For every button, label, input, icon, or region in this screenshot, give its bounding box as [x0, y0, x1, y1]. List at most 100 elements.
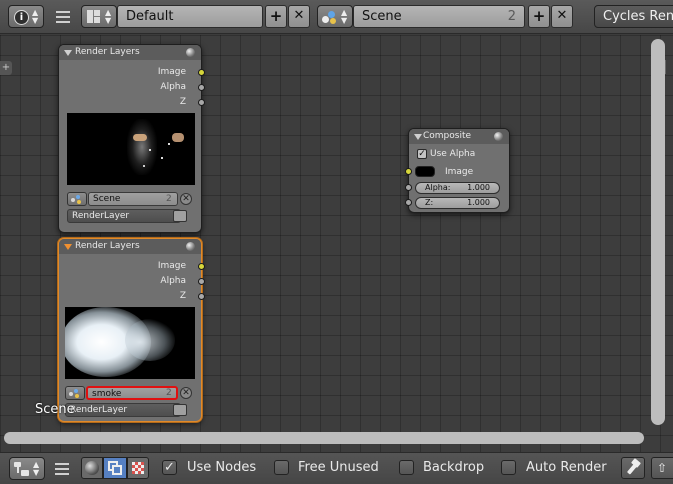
editor-type-button[interactable]: ▲ ▼ — [9, 457, 45, 480]
arrow-up-icon: ⇧ — [657, 461, 668, 475]
layer-dropdown-icon[interactable] — [173, 210, 187, 222]
render-layers-node-1[interactable]: Render Layers Image Alpha Z Scene 2 ✕ Re… — [58, 44, 205, 233]
delete-layout-button[interactable]: ✕ — [288, 5, 310, 28]
node-header[interactable]: Render Layers — [59, 45, 201, 60]
node-title: Render Layers — [75, 241, 140, 251]
collapse-triangle-icon[interactable] — [64, 50, 72, 56]
screen-layout-button[interactable]: ▲ ▼ — [81, 5, 117, 28]
output-socket-z[interactable] — [198, 99, 205, 106]
compositing-tree-button[interactable] — [103, 457, 127, 479]
scene-browse-button[interactable] — [65, 386, 85, 400]
updown-arrows-icon: ▲ ▼ — [32, 8, 39, 25]
menu-icon[interactable] — [56, 11, 70, 23]
debris-cluster — [127, 119, 157, 175]
scene-icon — [322, 10, 337, 24]
screen-layout-field[interactable]: Default — [117, 5, 263, 28]
node-editor-footer: ▲ ▼ ✓ Use Nodes Free Unused Backdrop Auto… — [0, 452, 673, 484]
texture-tree-button[interactable] — [127, 457, 149, 479]
use-alpha-label: Use Alpha — [430, 149, 476, 159]
node-header[interactable]: Composite — [409, 129, 509, 144]
bullet-shape — [172, 133, 184, 142]
node-canvas[interactable]: + + Render Layers Image Alpha Z — [0, 35, 673, 452]
free-unused-label: Free Unused — [298, 460, 379, 475]
delete-scene-button[interactable]: ✕ — [551, 5, 573, 28]
node-header[interactable]: Render Layers — [59, 239, 201, 254]
unlink-scene-button[interactable]: ✕ — [180, 193, 192, 205]
scene-selector-button[interactable]: ▲ ▼ — [317, 5, 353, 28]
render-layer-field[interactable]: RenderLayer — [65, 403, 181, 417]
region-expand-left[interactable]: + — [0, 61, 12, 75]
node-title: Composite — [423, 131, 472, 141]
scene-user-count: 2 — [166, 194, 172, 204]
image-color-swatch[interactable] — [415, 166, 435, 177]
render-preview-image — [65, 307, 195, 379]
scene-name: Scene — [362, 9, 402, 24]
use-alpha-checkbox[interactable]: ✓ — [417, 149, 427, 159]
input-socket-z[interactable] — [405, 199, 412, 206]
node-preview-toggle-icon[interactable] — [186, 48, 195, 57]
node-title: Render Layers — [75, 47, 140, 57]
output-label-image: Image — [157, 261, 186, 271]
add-scene-button[interactable]: + — [528, 5, 550, 28]
scene-browse-button[interactable] — [67, 192, 87, 206]
horizontal-scrollbar[interactable] — [4, 432, 644, 444]
material-sphere-icon — [85, 461, 99, 475]
layer-dropdown-icon[interactable] — [173, 404, 187, 416]
compositing-icon — [108, 461, 122, 475]
use-nodes-checkbox[interactable]: ✓ — [162, 460, 177, 475]
pin-button[interactable] — [621, 457, 645, 479]
spark — [161, 157, 163, 159]
collapse-triangle-icon[interactable] — [414, 134, 422, 140]
editor-type-button[interactable]: i ▲ ▼ — [8, 5, 44, 28]
composite-node[interactable]: Composite ✓ Use Alpha Image Alpha: 1.000… — [405, 128, 510, 213]
node-preview-toggle-icon[interactable] — [494, 132, 503, 141]
shader-tree-button[interactable] — [81, 457, 103, 479]
alpha-slider-label: Alpha: — [425, 183, 451, 192]
scene-field[interactable]: Scene — [88, 192, 178, 206]
input-socket-image[interactable] — [405, 168, 412, 175]
image-input-label: Image — [445, 167, 474, 177]
output-socket-z[interactable] — [198, 293, 205, 300]
info-icon: i — [14, 10, 29, 25]
spark — [168, 143, 170, 145]
output-label-image: Image — [157, 67, 186, 77]
bullet-shape — [133, 134, 147, 141]
smoke-trail — [125, 319, 175, 361]
vertical-scrollbar[interactable] — [651, 39, 665, 425]
collapse-triangle-icon[interactable] — [64, 244, 72, 250]
backdrop-label: Backdrop — [423, 460, 485, 475]
use-nodes-label: Use Nodes — [187, 460, 257, 475]
updown-arrows-icon: ▲ ▼ — [105, 8, 112, 25]
render-engine-selector[interactable]: Cycles Ren — [594, 5, 673, 28]
render-layer-field[interactable]: RenderLayer — [67, 209, 181, 223]
backdrop-checkbox[interactable] — [399, 460, 414, 475]
parent-tree-button[interactable]: ⇧ — [651, 457, 673, 479]
output-socket-alpha[interactable] — [198, 84, 205, 91]
scene-user-count: 2 — [507, 9, 516, 24]
z-slider-label: Z: — [425, 198, 434, 207]
output-socket-image[interactable] — [198, 263, 205, 270]
scene-user-count: 2 — [166, 388, 172, 398]
output-socket-image[interactable] — [198, 69, 205, 76]
node-editor-header: i ▲ ▼ ▲ ▼ Default + ✕ ▲ ▼ Scene 2 + ✕ Cycle… — [0, 0, 673, 34]
updown-arrows-icon: ▲ ▼ — [341, 8, 348, 25]
add-layout-button[interactable]: + — [265, 5, 287, 28]
node-preview-toggle-icon[interactable] — [186, 242, 195, 251]
free-unused-checkbox[interactable] — [274, 460, 289, 475]
auto-render-checkbox[interactable] — [501, 460, 516, 475]
alpha-slider[interactable]: Alpha: 1.000 — [415, 182, 500, 194]
scene-name-field[interactable]: Scene 2 — [353, 5, 525, 28]
spark — [149, 149, 151, 151]
unlink-scene-button[interactable]: ✕ — [180, 387, 192, 399]
z-slider[interactable]: Z: 1.000 — [415, 197, 500, 209]
output-socket-alpha[interactable] — [198, 278, 205, 285]
menu-icon[interactable] — [55, 463, 69, 475]
input-socket-alpha[interactable] — [405, 184, 412, 191]
z-slider-value: 1.000 — [467, 198, 490, 207]
scene-field[interactable]: smoke — [86, 386, 178, 400]
alpha-slider-value: 1.000 — [467, 183, 490, 192]
render-preview-image — [67, 113, 195, 185]
output-label-z: Z — [179, 97, 186, 107]
checker-texture-icon — [132, 462, 144, 474]
render-layers-node-2[interactable]: Render Layers Image Alpha Z smoke 2 ✕ Re… — [58, 238, 205, 422]
